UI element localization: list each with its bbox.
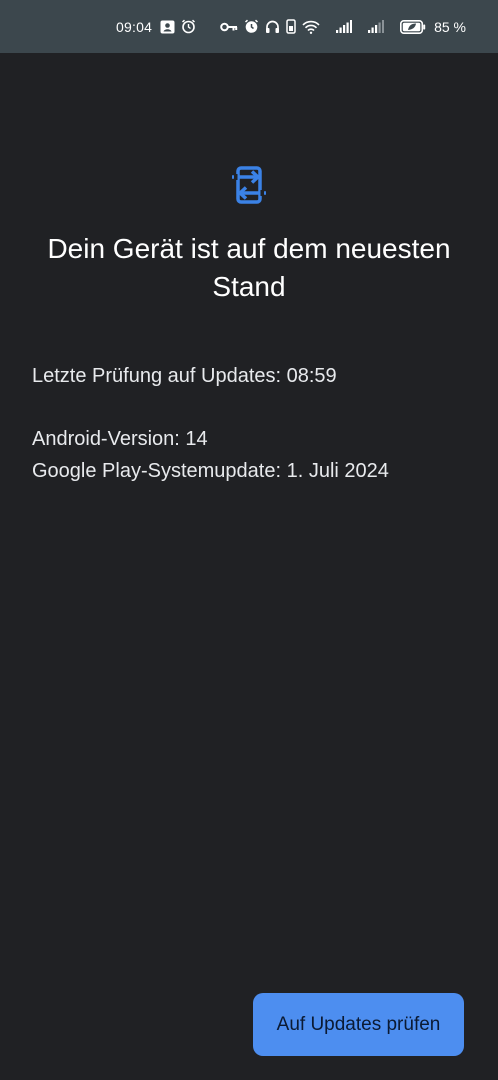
vpn-key-icon [220,21,238,33]
system-update-icon [231,165,267,205]
wifi-icon [302,20,320,34]
google-play-update-text: Google Play-Systemupdate: 1. Juli 2024 [32,460,389,482]
contact-card-icon [160,20,175,34]
status-bar: 09:04 85 % [0,0,498,53]
alarm-icon-2 [244,19,259,34]
status-time: 09:04 [116,18,153,35]
signal-icon-2 [368,20,385,33]
battery-saver-phone-icon [286,19,296,34]
signal-icon [336,20,353,33]
headphones-icon [265,19,280,34]
android-version-text: Android-Version: 14 [32,428,208,450]
check-updates-button[interactable]: Auf Updates prüfen [253,993,464,1056]
battery-icon [400,19,426,34]
last-check-text: Letzte Prüfung auf Updates: 08:59 [32,365,337,387]
alarm-icon [181,19,196,34]
page-title: Dein Gerät ist auf dem neuesten Stand [47,233,451,302]
battery-percent: 85 % [434,18,466,35]
